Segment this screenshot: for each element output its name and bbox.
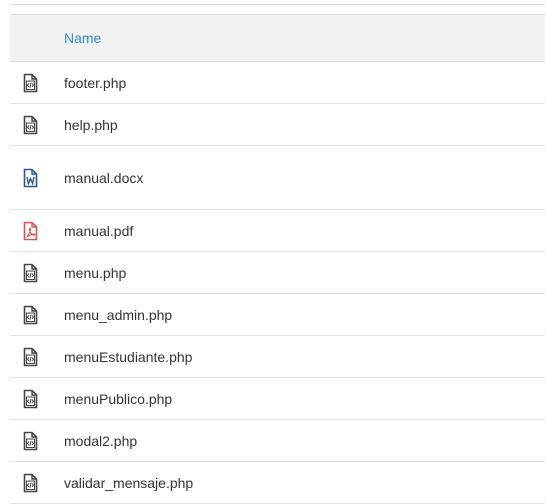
- table-row[interactable]: menuPublico.php: [10, 378, 545, 420]
- table-row[interactable]: footer.php: [10, 62, 545, 104]
- code-file-icon: [10, 305, 50, 325]
- file-name[interactable]: help.php: [64, 117, 118, 133]
- code-file-icon: [10, 473, 50, 493]
- table-row[interactable]: modal2.php: [10, 420, 545, 462]
- file-table: Name footer.php help.php manual.docx man…: [10, 14, 545, 504]
- table-header: Name: [10, 14, 545, 62]
- code-file-icon: [10, 431, 50, 451]
- pdf-file-icon: [10, 221, 50, 241]
- file-name[interactable]: footer.php: [64, 75, 126, 91]
- word-file-icon: [10, 168, 50, 188]
- file-name[interactable]: menuPublico.php: [64, 391, 172, 407]
- file-name[interactable]: validar_mensaje.php: [64, 475, 193, 491]
- table-row[interactable]: menu_admin.php: [10, 294, 545, 336]
- table-row[interactable]: validar_mensaje.php: [10, 462, 545, 504]
- code-file-icon: [10, 347, 50, 367]
- table-row[interactable]: menu.php: [10, 252, 545, 294]
- table-row[interactable]: help.php: [10, 104, 545, 146]
- file-list: footer.php help.php manual.docx manual.p…: [10, 62, 545, 504]
- file-name[interactable]: menu.php: [64, 265, 126, 281]
- file-name[interactable]: manual.docx: [64, 170, 143, 186]
- file-name[interactable]: manual.pdf: [64, 223, 133, 239]
- code-file-icon: [10, 263, 50, 283]
- code-file-icon: [10, 73, 50, 93]
- table-row[interactable]: menuEstudiante.php: [10, 336, 545, 378]
- top-divider: [10, 4, 545, 5]
- file-name[interactable]: modal2.php: [64, 433, 137, 449]
- table-row[interactable]: manual.docx: [10, 146, 545, 210]
- code-file-icon: [10, 115, 50, 135]
- code-file-icon: [10, 389, 50, 409]
- file-name[interactable]: menu_admin.php: [64, 307, 172, 323]
- name-column-header[interactable]: Name: [64, 30, 101, 46]
- table-row[interactable]: manual.pdf: [10, 210, 545, 252]
- file-name[interactable]: menuEstudiante.php: [64, 349, 192, 365]
